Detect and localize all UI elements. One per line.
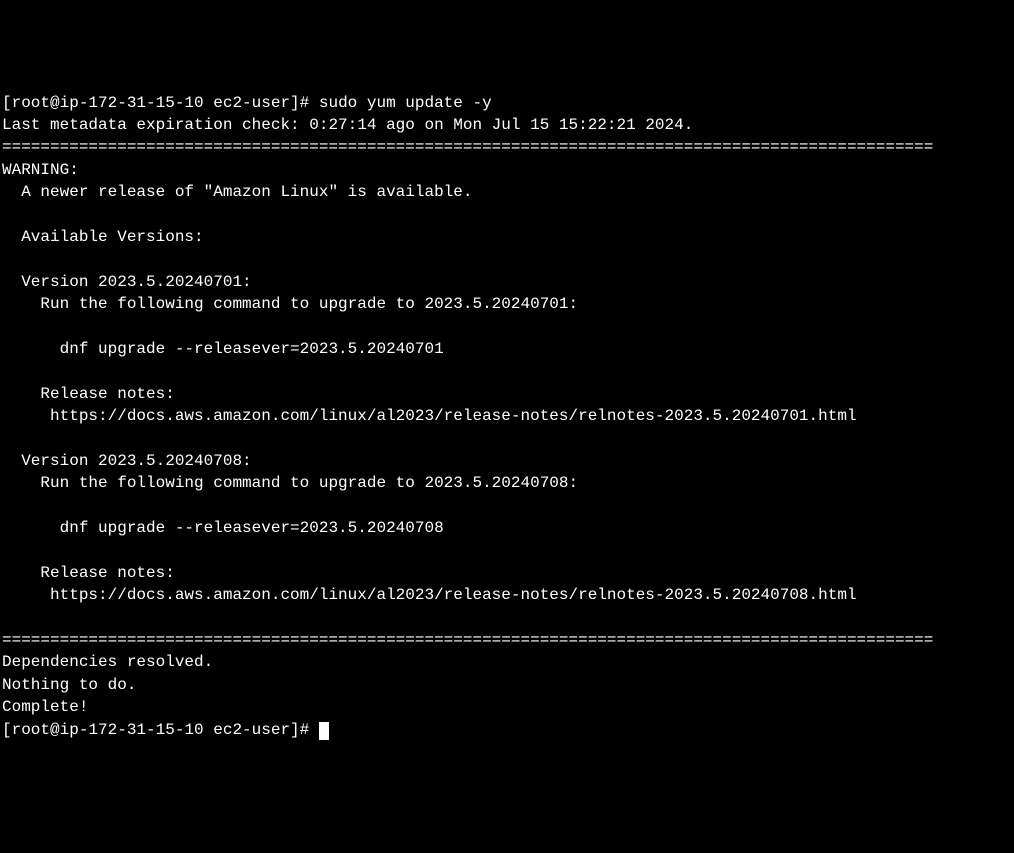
metadata-line: Last metadata expiration check: 0:27:14 …: [2, 116, 693, 134]
version1-release-notes-label: Release notes:: [2, 385, 175, 403]
version2-header: Version 2023.5.20240708:: [2, 452, 252, 470]
shell-prompt: [root@ip-172-31-15-10 ec2-user]#: [2, 721, 319, 739]
version2-release-notes-label: Release notes:: [2, 564, 175, 582]
terminal-output[interactable]: [root@ip-172-31-15-10 ec2-user]# sudo yu…: [2, 92, 1012, 741]
version1-command: dnf upgrade --releasever=2023.5.20240701: [2, 340, 444, 358]
cursor-icon: [319, 722, 329, 740]
complete-message: Complete!: [2, 698, 88, 716]
warning-header: WARNING:: [2, 161, 79, 179]
version2-release-notes-url: https://docs.aws.amazon.com/linux/al2023…: [2, 586, 857, 604]
version1-header: Version 2023.5.20240701:: [2, 273, 252, 291]
dependencies-resolved: Dependencies resolved.: [2, 653, 213, 671]
separator-line: ========================================…: [2, 631, 933, 649]
warning-body: A newer release of "Amazon Linux" is ava…: [2, 183, 472, 201]
version2-command: dnf upgrade --releasever=2023.5.20240708: [2, 519, 444, 537]
command-input: sudo yum update -y: [319, 94, 492, 112]
nothing-to-do: Nothing to do.: [2, 676, 136, 694]
version2-run-line: Run the following command to upgrade to …: [2, 474, 578, 492]
version1-release-notes-url: https://docs.aws.amazon.com/linux/al2023…: [2, 407, 857, 425]
separator-line: ========================================…: [2, 138, 933, 156]
version1-run-line: Run the following command to upgrade to …: [2, 295, 578, 313]
shell-prompt: [root@ip-172-31-15-10 ec2-user]#: [2, 94, 319, 112]
available-versions-header: Available Versions:: [2, 228, 204, 246]
